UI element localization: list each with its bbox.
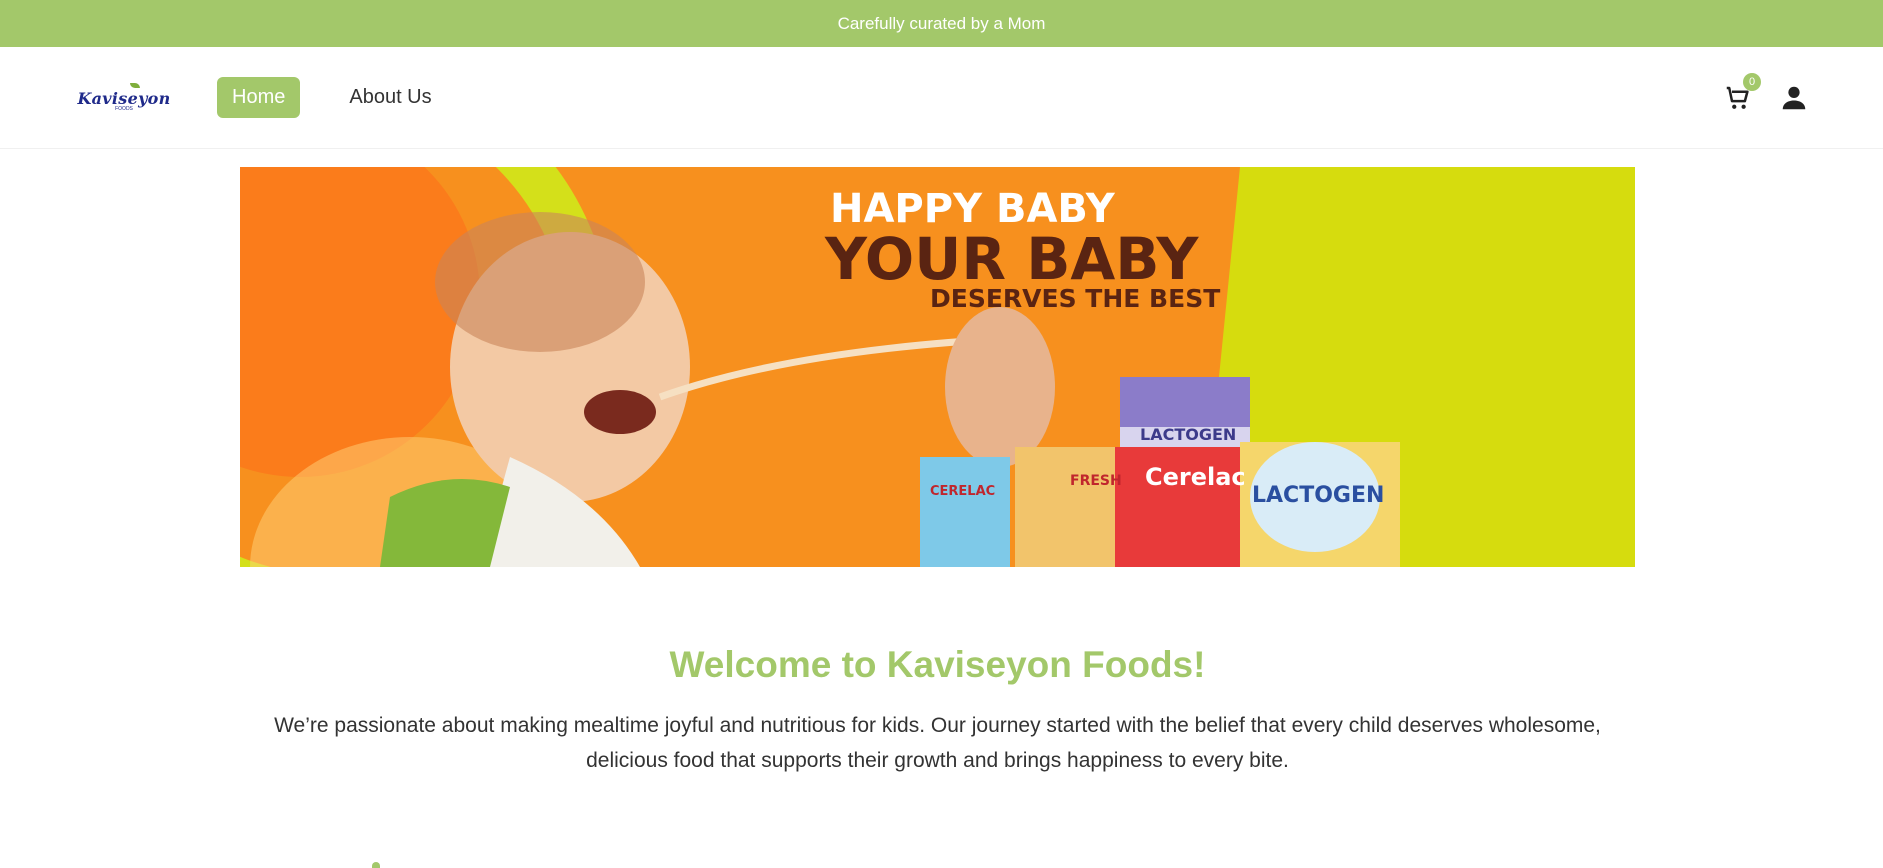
nav-item-home[interactable]: Home [217,77,301,118]
banner-line-3: DESERVES THE BEST [930,284,1220,313]
welcome-title: Welcome to Kaviseyon Foods! [669,644,1206,685]
banner-line-2: YOUR BABY [824,225,1199,293]
welcome-text: We’re passionate about making mealtime j… [274,714,1601,772]
user-icon [1782,86,1806,110]
nav-item-about-us[interactable]: About Us [334,77,446,118]
main-nav: Home About Us [217,77,481,118]
logo-leaf-icon [130,83,140,88]
product-label-4: LACTOGEN [1252,483,1384,508]
product-label-1: FRESH [1070,473,1122,489]
announcement-bar: Carefully curated by a Mom [0,0,1883,47]
site-header: Kaviseyon FOODS Home About Us 0 [0,47,1883,149]
product-label-0: CERELAC [930,484,995,499]
leaf-icon [372,862,380,868]
logo-subtitle: FOODS [115,105,133,112]
announcement-text: Carefully curated by a Mom [837,13,1046,33]
cart-button[interactable]: 0 [1723,73,1761,113]
product-label-3: LACTOGEN [1140,425,1236,444]
hero-banner-image: HAPPY BABY YOUR BABY DESERVES THE BEST C… [240,167,1635,567]
product-label-2: Cerelac [1145,463,1246,491]
cart-count-badge: 0 [1743,73,1761,91]
account-button[interactable] [1779,83,1809,113]
header-icons: 0 [1723,73,1809,113]
hero-banner: HAPPY BABY YOUR BABY DESERVES THE BEST C… [240,167,1635,567]
logo[interactable]: Kaviseyon FOODS [77,81,170,119]
